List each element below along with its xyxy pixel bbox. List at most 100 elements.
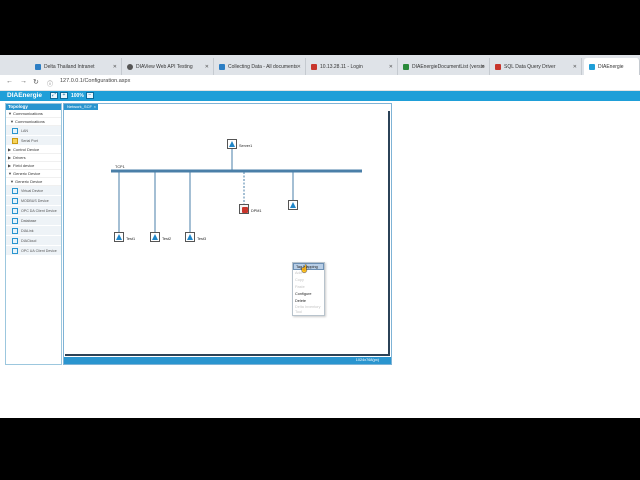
close-icon[interactable]: ✕ (481, 64, 485, 70)
browser-tab-4[interactable]: 10.13.28.11 - Login ✕ (306, 58, 398, 75)
device-icon (187, 234, 193, 240)
vt-icon (495, 63, 501, 70)
github-icon (127, 63, 133, 70)
browser-tab-6[interactable]: SQL Data Query Driver ✕ (490, 58, 582, 75)
lan-icon (12, 128, 18, 134)
browser-tab-2[interactable]: DIAView Web API Testing ✕ (122, 58, 214, 75)
close-icon[interactable]: ✕ (573, 64, 577, 70)
bus-label: TCP1 (115, 165, 125, 169)
device-icon (12, 198, 18, 204)
app-name: DIAEnergie (7, 92, 43, 99)
device-icon (12, 208, 18, 214)
caret-right-icon: ▶ (8, 155, 12, 160)
database-icon (12, 218, 18, 224)
caret-down-icon: ▼ (10, 179, 14, 184)
menu-item-copy[interactable]: Copy (293, 277, 324, 284)
device-node-test2[interactable] (150, 232, 160, 242)
device-icon (12, 228, 18, 234)
serial-port-icon (12, 138, 18, 144)
browser-tab-strip: Delta Thailand Intranet ✕ DIAView Web AP… (0, 55, 640, 75)
sidebar-item-virtual-device[interactable]: Virtual Device (6, 186, 61, 196)
excel-icon (403, 63, 409, 70)
login-icon (311, 63, 317, 70)
tab-label: Collecting Data - All documents (228, 63, 298, 70)
back-arrow-icon[interactable]: ← (6, 78, 13, 85)
close-icon[interactable]: ✕ (389, 64, 393, 70)
mouse-pointer-icon: ☝ (300, 266, 309, 273)
device-icon (116, 234, 122, 240)
sidebar-section-control-device[interactable]: ▶ Control Device (6, 146, 61, 154)
device-icon (290, 202, 296, 208)
device-node-dpm1[interactable] (239, 204, 249, 214)
fit-icon[interactable]: ⤢ (50, 92, 58, 99)
device-label-test2: Test2 (162, 237, 172, 241)
browser-nav-bar: ← → ↻ ⓘ 127.0.0.1/Configuration.aspx (0, 75, 640, 91)
menu-item-paste[interactable]: Paste (293, 284, 324, 291)
close-icon[interactable]: ✕ (297, 64, 301, 70)
browser-tab-5[interactable]: DIAEnergieDocumentList (versio ✕ (398, 58, 490, 75)
power-meter-icon (241, 206, 248, 213)
close-icon[interactable]: ✕ (113, 64, 117, 70)
browser-tab-active[interactable]: DIAEnergie (584, 58, 640, 75)
server-label: Server1 (239, 144, 253, 148)
cloud-icon (12, 238, 18, 244)
sidebar-item-database[interactable]: Database (6, 216, 61, 226)
tab-label: 10.13.28.11 - Login (320, 63, 363, 70)
server-icon (229, 141, 235, 147)
menu-item-configure[interactable]: Configure (293, 291, 324, 298)
diagram-canvas[interactable]: TCP1 Server1 Test1 Test2 Test3 DPM1 (64, 110, 391, 357)
sidebar-subsection-generic-device[interactable]: ▼ Generic Device (6, 178, 61, 186)
close-icon[interactable]: ✕ (205, 64, 209, 70)
caret-down-icon: ▼ (10, 119, 14, 124)
caret-down-icon: ▼ (8, 111, 12, 116)
sidebar-item-opc-ua-client[interactable]: OPC UA Client Device (6, 246, 61, 256)
device-icon (12, 248, 18, 254)
topology-sidebar: Topology ▼ Communications ▼ Communicatio… (5, 103, 62, 365)
tab-label: DIAEnergie (598, 63, 624, 70)
caret-right-icon: ▶ (8, 163, 12, 168)
tab-label: SQL Data Query Driver (504, 63, 556, 70)
device-node-selected[interactable] (288, 200, 298, 210)
diaenergie-icon (589, 63, 595, 70)
site-favicon-icon (35, 63, 41, 70)
server-node[interactable] (227, 139, 237, 149)
canvas-resolution: 1024x768(px) (355, 358, 379, 362)
zoom-out-icon[interactable]: − (85, 92, 94, 99)
device-label-dpm1: DPM1 (251, 209, 262, 213)
toolbar: ⤢ + 100% − (50, 92, 94, 99)
device-label-test3: Test3 (197, 237, 207, 241)
sidebar-item-serial-port[interactable]: Serial Port (6, 136, 61, 146)
canvas-status-bar: 1024x768(px) (64, 357, 391, 364)
sidebar-section-communications[interactable]: ▼ Communications (6, 110, 61, 118)
sidebar-item-dialink[interactable]: DIALink (6, 226, 61, 236)
browser-tab-3[interactable]: Collecting Data - All documents ✕ (214, 58, 306, 75)
sidebar-item-lan[interactable]: LAN (6, 126, 61, 136)
diagram-panel: Network_SCF × TCP1 Server1 Test1 Test2 T… (63, 103, 392, 365)
sidebar-item-diacloud[interactable]: DIACloud (6, 236, 61, 246)
zoom-in-icon[interactable]: + (60, 92, 68, 99)
zoom-level: 100% (71, 92, 84, 99)
device-label-test1: Test1 (126, 237, 136, 241)
device-icon (12, 188, 18, 194)
browser-tab-1[interactable]: Delta Thailand Intranet ✕ (30, 58, 122, 75)
address-bar[interactable]: 127.0.0.1/Configuration.aspx (60, 78, 130, 84)
caret-down-icon: ▼ (8, 171, 12, 176)
menu-item-delete[interactable]: Delete (293, 298, 324, 305)
device-icon (152, 234, 158, 240)
sidebar-subsection-communications[interactable]: ▼ Communications (6, 118, 61, 126)
sidebar-item-opc-da-client[interactable]: OPC DA Client Device (6, 206, 61, 216)
reload-icon[interactable]: ↻ (33, 78, 39, 86)
site-info-icon[interactable]: ⓘ (47, 79, 53, 88)
app-header: DIAEnergie ⤢ + 100% − (0, 91, 640, 101)
sidebar-section-drivers[interactable]: ▶ Drivers (6, 154, 61, 162)
sidebar-section-generic-device[interactable]: ▼ Generic Device (6, 170, 61, 178)
device-node-test1[interactable] (114, 232, 124, 242)
tab-label: Delta Thailand Intranet (44, 63, 95, 70)
screen-frame: Delta Thailand Intranet ✕ DIAView Web AP… (0, 55, 640, 418)
sidebar-item-modbus-device[interactable]: MODBUS Device (6, 196, 61, 206)
menu-item-delta-inventory-tool[interactable]: Delta Inventory Tool (293, 305, 324, 315)
sidebar-section-field-device[interactable]: ▶ Field device (6, 162, 61, 170)
forward-arrow-icon[interactable]: → (20, 78, 27, 85)
tab-label: DIAEnergieDocumentList (versio (412, 63, 485, 70)
device-node-test3[interactable] (185, 232, 195, 242)
